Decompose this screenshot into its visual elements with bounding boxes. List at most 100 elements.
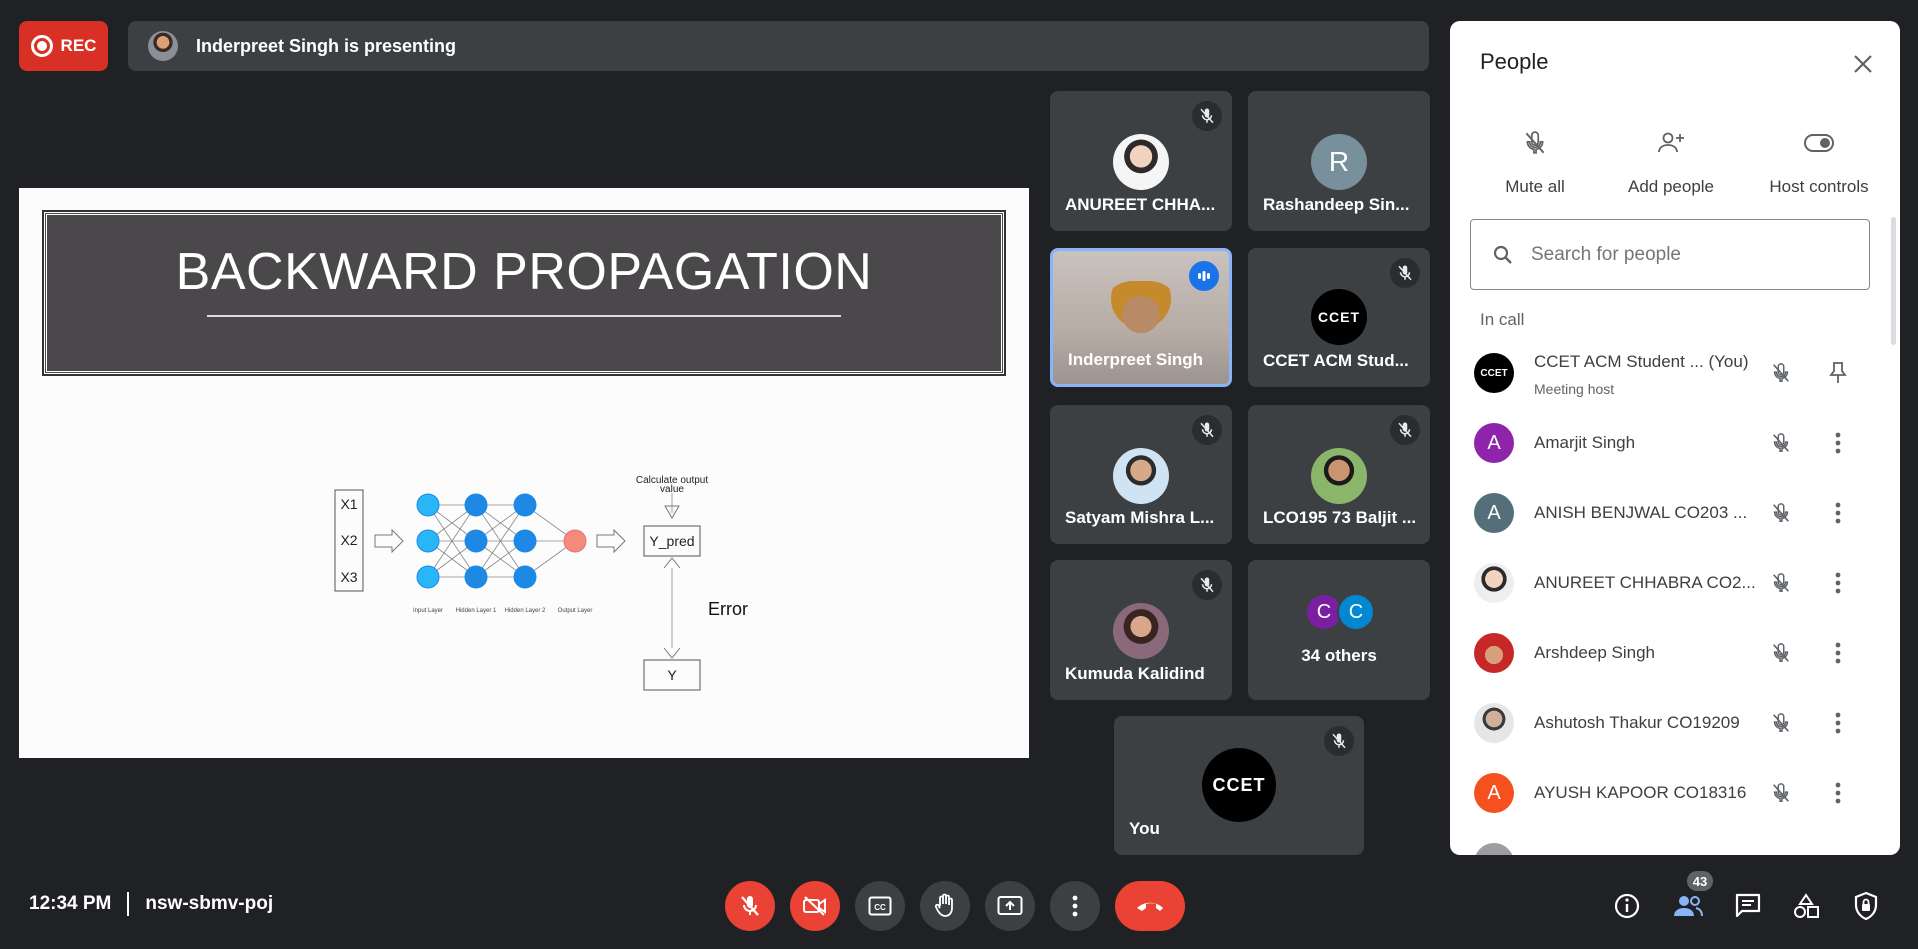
self-view-tile[interactable]: CCET You [1114, 716, 1364, 855]
muted-mic-icon[interactable] [1766, 428, 1796, 458]
layer-label-hidden1: Hidden Layer 1 [456, 608, 497, 614]
raise-hand-icon [934, 893, 953, 917]
activities-icon [1794, 893, 1819, 918]
more-options-button[interactable] [1823, 638, 1853, 668]
pin-button[interactable] [1823, 358, 1853, 388]
more-options-button[interactable] [1823, 778, 1853, 808]
close-icon [1854, 55, 1872, 73]
close-panel-button[interactable] [1846, 47, 1880, 81]
in-call-section-label: In call [1480, 310, 1525, 329]
camera-toggle-button[interactable] [790, 881, 840, 931]
present-screen-button[interactable] [985, 881, 1035, 931]
camera-off-icon [803, 896, 826, 916]
list-item[interactable]: ANUREET CHHABRA CO2... [1450, 548, 1900, 618]
participant-avatar [1113, 603, 1169, 659]
more-options-button[interactable] [1823, 708, 1853, 738]
layer-label-input: Input Layer [413, 608, 443, 614]
mute-all-button[interactable]: Mute all [1465, 123, 1605, 197]
neural-network-diagram: X1 X2 X3 Y_pred Y Calculate output value… [334, 475, 748, 691]
people-icon [1674, 896, 1703, 917]
mute-all-label: Mute all [1505, 177, 1565, 196]
participant-name: ANUREET CHHA... [1065, 195, 1216, 214]
participant-avatar [1311, 448, 1367, 504]
info-icon [1614, 893, 1640, 919]
raise-hand-button[interactable] [920, 881, 970, 931]
list-item[interactable]: Ashutosh Thakur CO19209 [1450, 688, 1900, 758]
ccet-logo-icon: CCET [1474, 353, 1514, 393]
more-vert-icon [1835, 572, 1841, 594]
more-vert-icon [1835, 642, 1841, 664]
participant-name: CCET ACM Stud... [1263, 351, 1409, 370]
more-vert-icon [1835, 712, 1841, 734]
person-avatar: A [1474, 423, 1514, 463]
more-options-button[interactable] [1823, 428, 1853, 458]
participant-tile[interactable]: CCET CCET ACM Stud... [1248, 248, 1430, 387]
list-item-partial[interactable] [1450, 828, 1900, 855]
muted-mic-icon [1192, 101, 1222, 131]
muted-mic-icon[interactable] [1766, 708, 1796, 738]
more-options-button[interactable] [1823, 498, 1853, 528]
person-name: Amarjit Singh [1534, 433, 1636, 452]
people-panel: People Mute all Add people Host controls… [1450, 21, 1900, 855]
recording-indicator[interactable]: REC [19, 21, 108, 71]
muted-mic-icon [1324, 726, 1354, 756]
participant-tile[interactable]: LCO195 73 Baljit ... [1248, 405, 1430, 544]
presenting-text: Inderpreet Singh is presenting [196, 35, 457, 56]
muted-mic-icon [1192, 415, 1222, 445]
list-item[interactable]: A AYUSH KAPOOR CO18316 [1450, 758, 1900, 828]
muted-mic-icon[interactable] [1766, 498, 1796, 528]
list-item[interactable]: A ANISH BENJWAL CO203 ... [1450, 478, 1900, 548]
mute-all-icon [1465, 123, 1605, 163]
list-item[interactable]: A Amarjit Singh [1450, 408, 1900, 478]
ccet-logo-icon: CCET [1311, 289, 1367, 345]
participant-tile[interactable]: R Rashandeep Sin... [1248, 91, 1430, 231]
host-controls-toolbar-button[interactable] [1846, 886, 1886, 926]
clock-time: 12:34 PM [29, 893, 112, 914]
participant-avatar [1113, 448, 1169, 504]
leave-call-button[interactable] [1115, 881, 1185, 931]
host-controls-button[interactable]: Host controls [1739, 123, 1899, 197]
panel-scrollbar[interactable] [1891, 217, 1896, 345]
chat-button[interactable] [1728, 886, 1768, 926]
meeting-details-button[interactable] [1607, 886, 1647, 926]
shield-lock-icon [1854, 891, 1878, 921]
add-people-label: Add people [1627, 177, 1715, 196]
search-input[interactable] [1531, 243, 1851, 266]
ccet-logo-icon: CCET [1202, 748, 1276, 822]
person-avatar: A [1474, 773, 1514, 813]
participant-tile[interactable]: Kumuda Kalidind [1050, 560, 1232, 700]
activities-button[interactable] [1786, 886, 1826, 926]
input-x3: X3 [340, 569, 357, 585]
hang-up-icon [1137, 902, 1163, 911]
add-people-button[interactable]: Add people [1601, 123, 1741, 197]
participant-tile[interactable]: ANUREET CHHA... [1050, 91, 1232, 231]
person-avatar: A [1474, 493, 1514, 533]
microphone-toggle-button[interactable] [725, 881, 775, 931]
muted-mic-icon[interactable] [1766, 568, 1796, 598]
others-tile[interactable]: C C 34 others [1248, 560, 1430, 700]
muted-mic-icon[interactable] [1766, 358, 1796, 388]
list-item[interactable]: Arshdeep Singh [1450, 618, 1900, 688]
more-options-button[interactable] [1050, 881, 1100, 931]
participant-avatar: R [1311, 134, 1367, 190]
record-icon [30, 35, 53, 57]
participant-tile-speaking[interactable]: Inderpreet Singh [1050, 248, 1232, 387]
participant-tile[interactable]: Satyam Mishra L... [1050, 405, 1232, 544]
input-x1: X1 [340, 496, 357, 512]
layer-label-output: Output Layer [558, 608, 593, 614]
captions-button[interactable]: CC [855, 881, 905, 931]
more-vert-icon [1072, 895, 1078, 917]
people-button[interactable] [1668, 886, 1708, 926]
participant-name: You [1129, 819, 1160, 838]
muted-mic-icon[interactable] [1766, 638, 1796, 668]
list-item[interactable]: CCET CCET ACM Student ... (You) Meeting … [1450, 338, 1900, 408]
presenting-banner[interactable]: Inderpreet Singh is presenting [128, 21, 1429, 71]
participant-name: Rashandeep Sin... [1263, 195, 1410, 214]
presenter-avatar [148, 31, 178, 61]
participant-video [1101, 281, 1181, 361]
muted-mic-icon[interactable] [1766, 778, 1796, 808]
person-avatar [1474, 563, 1514, 603]
more-options-button[interactable] [1823, 568, 1853, 598]
presentation-slide: BACKWARD PROPAGATION X1 X2 X3 Y_pred Y C… [19, 188, 1029, 758]
search-field[interactable] [1470, 219, 1870, 290]
